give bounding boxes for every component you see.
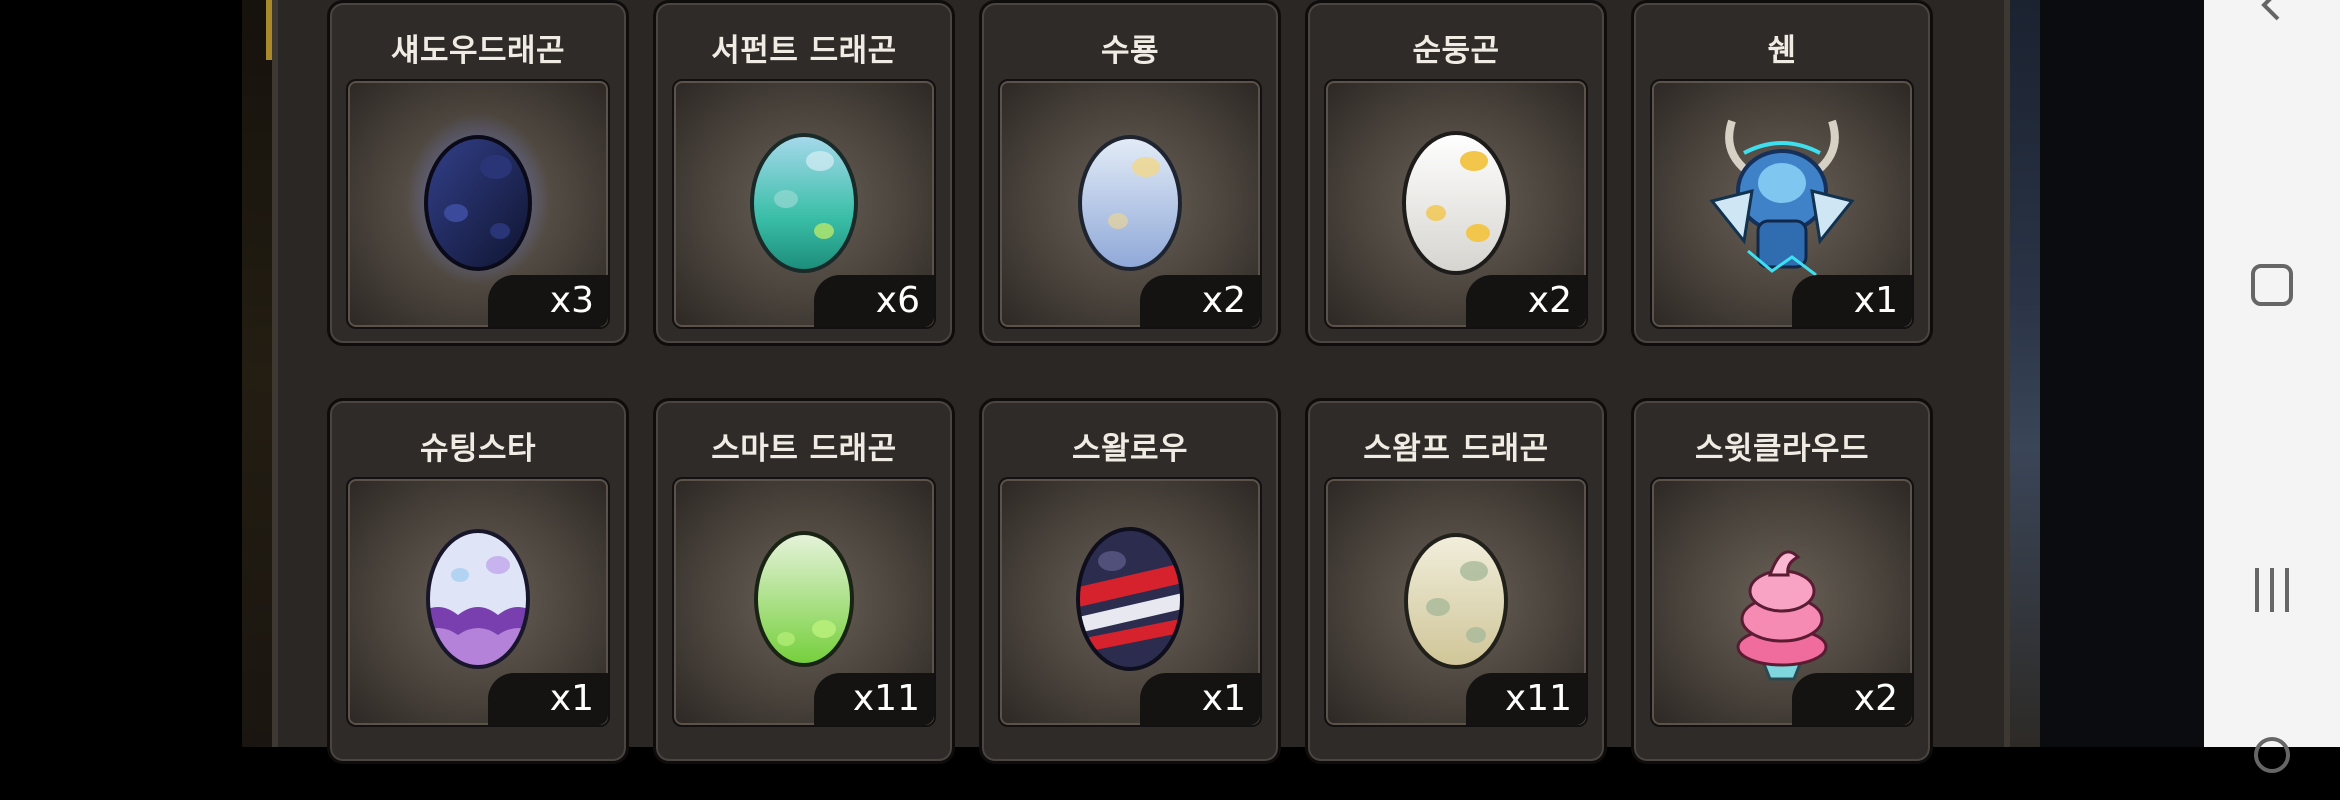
screen-bezel-right — [2040, 0, 2204, 747]
item-slot: x11 — [672, 477, 936, 727]
item-slot: x1 — [346, 477, 610, 727]
home-button[interactable] — [2204, 240, 2340, 330]
item-name: 스왐프 드래곤 — [1363, 431, 1549, 467]
item-slot: x1 — [998, 477, 1262, 727]
item-card[interactable]: 수룡 x2 — [979, 0, 1281, 346]
back-button[interactable] — [2204, 0, 2340, 50]
item-name: 쉔 — [1767, 33, 1797, 69]
collection-panel: 섀도우드래곤 x3 서펀트 드래곤 x6 수룡 x2 순둥곤 x2 쉔 x1 슈… — [272, 0, 2010, 764]
item-name: 스윗클라우드 — [1694, 431, 1870, 467]
item-slot: x6 — [672, 79, 936, 329]
system-navigation-bar — [2204, 0, 2340, 773]
item-count: x2 — [1792, 673, 1912, 725]
item-count: x6 — [814, 275, 934, 327]
item-count: x11 — [814, 673, 934, 725]
circle-icon — [2254, 737, 2290, 773]
item-name: 서펀트 드래곤 — [711, 33, 897, 69]
item-count: x3 — [488, 275, 608, 327]
item-count: x2 — [1140, 275, 1260, 327]
item-name: 섀도우드래곤 — [390, 33, 566, 69]
item-card[interactable]: 스왐프 드래곤 x11 — [1305, 398, 1607, 764]
item-slot: x3 — [346, 79, 610, 329]
item-card[interactable]: 쉔 x1 — [1631, 0, 1933, 346]
item-slot: x2 — [1650, 477, 1914, 727]
item-name: 순둥곤 — [1412, 33, 1500, 69]
item-card[interactable]: 섀도우드래곤 x3 — [327, 0, 629, 346]
item-count: x1 — [1140, 673, 1260, 725]
item-card[interactable]: 서펀트 드래곤 x6 — [653, 0, 955, 346]
item-slot: x11 — [1324, 477, 1588, 727]
item-count: x2 — [1466, 275, 1586, 327]
item-slot: x2 — [998, 79, 1262, 329]
back-chevron-icon — [2261, 0, 2280, 21]
item-count: x1 — [488, 673, 608, 725]
item-name: 스마트 드래곤 — [711, 431, 897, 467]
game-background-left — [242, 0, 272, 747]
item-name: 스왈로우 — [1071, 431, 1189, 467]
recent-apps-icon — [2255, 568, 2289, 612]
item-card[interactable]: 슈팅스타 x1 — [327, 398, 629, 764]
item-card[interactable]: 순둥곤 x2 — [1305, 0, 1607, 346]
item-name: 수룡 — [1100, 33, 1160, 69]
game-background-right — [2010, 0, 2042, 747]
item-slot: x2 — [1324, 79, 1588, 329]
home-square-icon — [2251, 264, 2293, 306]
item-count: x1 — [1792, 275, 1912, 327]
item-card[interactable]: 스마트 드래곤 x11 — [653, 398, 955, 764]
item-card[interactable]: 스왈로우 x1 — [979, 398, 1281, 764]
recent-apps-button[interactable] — [2204, 545, 2340, 635]
partial-nav-button[interactable] — [2204, 710, 2340, 800]
screen-bezel-left — [0, 0, 242, 747]
item-count: x11 — [1466, 673, 1586, 725]
item-slot: x1 — [1650, 79, 1914, 329]
item-card[interactable]: 스윗클라우드 x2 — [1631, 398, 1933, 764]
item-name: 슈팅스타 — [419, 431, 537, 467]
